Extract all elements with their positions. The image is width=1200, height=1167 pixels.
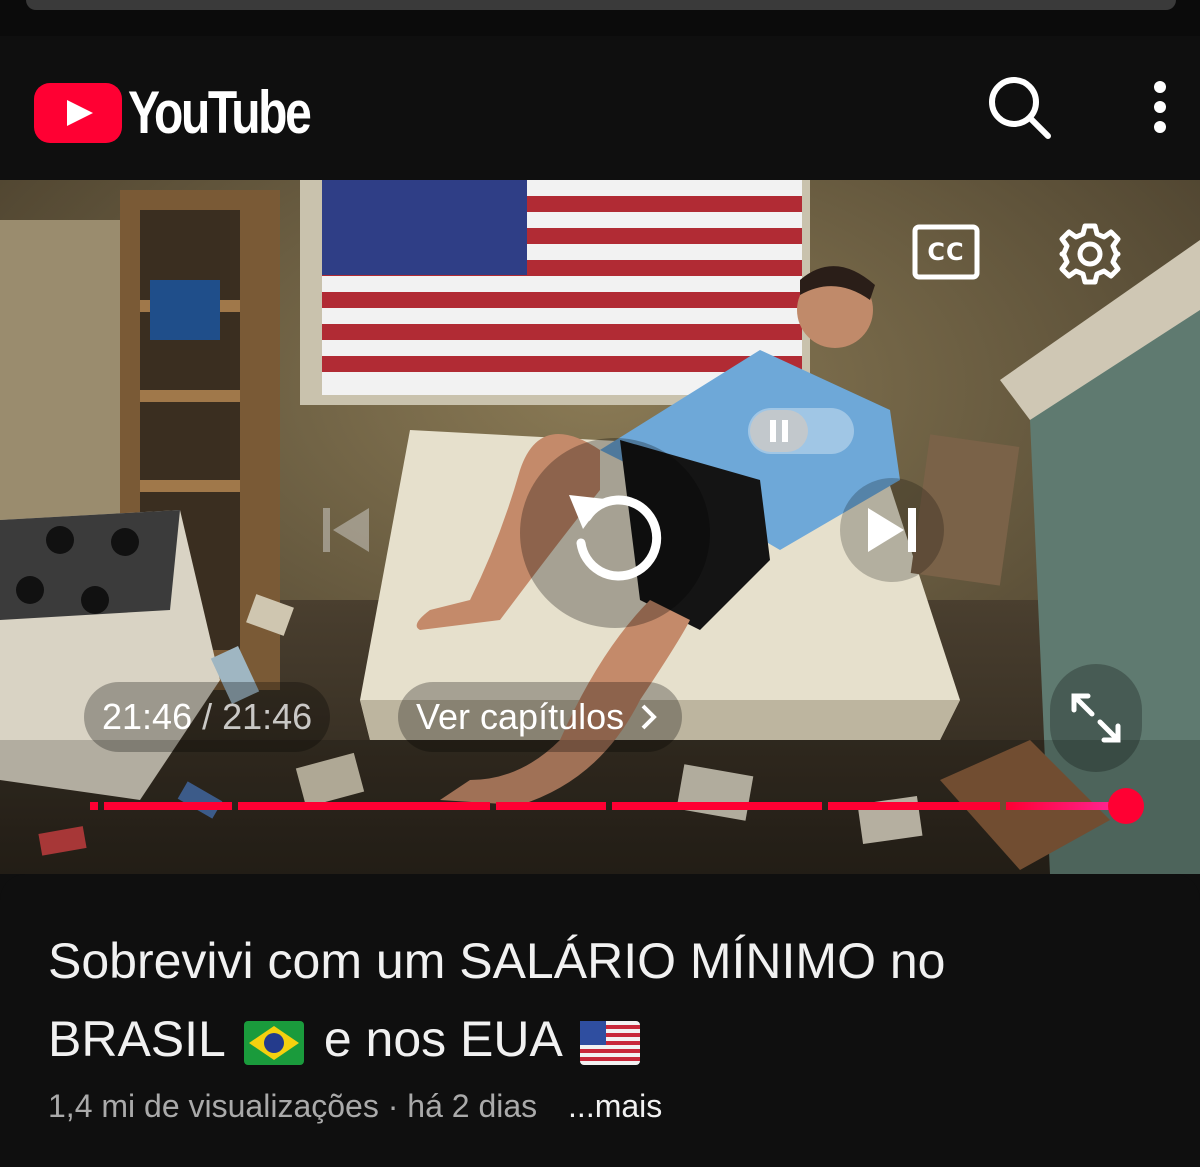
captions-text: CC — [927, 238, 965, 266]
title-line-1: Sobrevivi com um SALÁRIO MÍNIMO no — [48, 933, 946, 989]
chapter-segment — [612, 802, 822, 810]
skip-previous-icon — [323, 508, 369, 552]
replay-icon — [569, 495, 662, 581]
fullscreen-icon — [1071, 693, 1121, 743]
fullscreen-button[interactable] — [1050, 664, 1142, 772]
settings-button[interactable] — [1054, 218, 1126, 290]
chapter-segment — [828, 802, 1000, 810]
time-separator: / — [202, 696, 213, 737]
top-bar — [26, 0, 1176, 10]
status-strip — [0, 0, 1200, 36]
video-info-panel: Sobrevivi com um SALÁRIO MÍNIMO no BRASI… — [0, 874, 1200, 1167]
usa-flag-icon — [580, 1020, 640, 1065]
search-icon — [989, 77, 1051, 139]
pause-toggle-icon — [750, 410, 808, 452]
chevron-right-icon — [641, 704, 657, 730]
replay-button[interactable] — [520, 438, 710, 628]
youtube-logo[interactable]: YouTube — [34, 78, 355, 147]
video-title[interactable]: Sobrevivi com um SALÁRIO MÍNIMO no BRASI… — [48, 922, 1148, 1078]
more-description-link[interactable]: ...mais — [568, 1088, 662, 1124]
chapter-segment — [90, 802, 98, 810]
more-options-button[interactable] — [1138, 72, 1182, 142]
app-header: YouTube — [0, 36, 1200, 180]
autoplay-toggle[interactable] — [748, 408, 854, 454]
title-line-2b: e nos EUA — [323, 1011, 561, 1067]
chapter-segment — [104, 802, 232, 810]
view-count: 1,4 mi de visualizações — [48, 1088, 379, 1124]
next-button[interactable] — [840, 478, 944, 582]
meta-dot: · — [387, 1088, 399, 1124]
video-metadata: 1,4 mi de visualizações · há 2 dias ...m… — [48, 1088, 662, 1125]
duration: 21:46 — [222, 696, 313, 737]
chapters-button[interactable]: Ver capítulos — [398, 682, 683, 752]
gear-icon — [1059, 223, 1121, 285]
progress-bar[interactable] — [90, 802, 1130, 810]
logo-text: YouTube — [128, 79, 312, 146]
time-display: 21:46 / 21:46 — [84, 682, 331, 752]
scrubber-handle[interactable] — [1108, 788, 1144, 824]
more-vert-icon — [1154, 81, 1166, 133]
youtube-play-logo-icon — [34, 82, 122, 143]
skip-next-icon — [868, 508, 916, 552]
chapter-segment — [496, 802, 606, 810]
previous-button[interactable] — [300, 485, 390, 575]
video-player[interactable]: CC — [0, 180, 1200, 874]
chapters-label: Ver capítulos — [416, 696, 625, 737]
captions-button[interactable]: CC — [908, 220, 984, 284]
brazil-flag-icon — [243, 1020, 304, 1065]
upload-age: há 2 dias — [407, 1088, 538, 1124]
title-line-2a: BRASIL — [48, 1011, 225, 1067]
current-time: 21:46 — [102, 696, 193, 737]
search-button[interactable] — [984, 72, 1054, 142]
chapter-segment — [238, 802, 490, 810]
